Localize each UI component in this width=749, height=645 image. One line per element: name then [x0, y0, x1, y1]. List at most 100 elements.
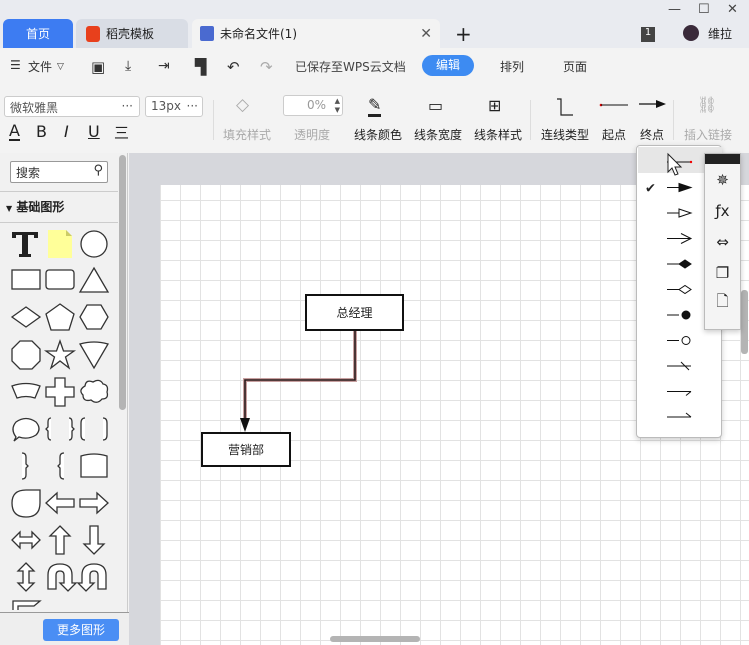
endpoint-option-oval-open[interactable] — [667, 336, 691, 345]
section-basic-shapes[interactable]: ▼ 基础图形 — [0, 191, 118, 223]
tab-templates[interactable]: 稻壳模板 — [76, 19, 188, 48]
insert-link-button[interactable]: 插入链接 — [684, 126, 732, 143]
font-size-value: 13px — [151, 99, 181, 113]
close-icon[interactable]: ✕ — [420, 26, 432, 42]
shape-trapezoid-arc[interactable] — [11, 382, 41, 399]
connector-type-button[interactable]: 连线类型 — [541, 126, 589, 143]
tab-document[interactable]: 未命名文件(1) ✕ — [192, 19, 440, 48]
tab-edit[interactable]: 编辑 — [422, 55, 474, 76]
shape-cross[interactable] — [45, 377, 75, 407]
pages-icon[interactable]: ❐ — [705, 257, 740, 288]
shape-rectangle[interactable] — [11, 269, 41, 290]
link-icon: ⛓ — [697, 95, 718, 114]
line-width-button[interactable]: 线条宽度 — [414, 126, 462, 143]
compass-icon[interactable]: ✵ — [705, 164, 740, 195]
shape-octagon[interactable] — [11, 340, 41, 370]
shape-text[interactable] — [12, 232, 38, 257]
minimize-icon[interactable]: — — [668, 2, 681, 17]
shape-cloud[interactable] — [80, 379, 109, 403]
shape-star[interactable] — [43, 339, 77, 370]
vertical-scrollbar[interactable] — [741, 290, 748, 354]
tab-label: 未命名文件(1) — [220, 27, 297, 41]
page-icon[interactable]: 🗋 — [705, 288, 740, 319]
window-count-badge[interactable]: 1 — [641, 27, 655, 42]
save-icon[interactable]: ▣ — [91, 58, 105, 76]
text-color-button[interactable]: A — [9, 122, 20, 141]
shape-right-brace[interactable] — [21, 452, 29, 480]
shape-arrow-right[interactable] — [79, 491, 109, 515]
shape-pentagon[interactable] — [45, 303, 75, 331]
shape-diamond[interactable] — [10, 306, 42, 328]
shape-arrow-left-right[interactable] — [11, 530, 41, 550]
avatar[interactable] — [683, 25, 699, 41]
underline-button[interactable]: U — [88, 122, 100, 141]
shape-left-brace[interactable] — [57, 452, 65, 480]
opacity-input[interactable]: 0% ▲ ▼ — [283, 95, 343, 116]
formula-icon[interactable]: ƒx — [705, 195, 740, 226]
shape-inverted-triangle[interactable] — [79, 341, 109, 370]
redo-icon[interactable]: ↷ — [260, 58, 273, 76]
shape-rounded-rectangle[interactable] — [45, 269, 75, 290]
more-shapes-button[interactable]: 更多图形 — [43, 619, 119, 641]
endpoint-option-oval-filled[interactable] — [667, 310, 691, 320]
more-icon: ··· — [121, 99, 133, 113]
endpoint-option-diamond-filled[interactable] — [667, 259, 692, 269]
download-icon[interactable]: ⤓ — [125, 58, 131, 74]
undo-icon[interactable]: ↶ — [227, 58, 240, 76]
menu-icon[interactable]: ☰ — [10, 58, 21, 72]
horizontal-scrollbar[interactable] — [330, 636, 420, 642]
node-marketing[interactable]: 营销部 — [201, 432, 291, 467]
shape-circle[interactable] — [80, 230, 108, 258]
spinner-icon[interactable]: ▲ ▼ — [335, 97, 340, 115]
tab-page[interactable]: 页面 — [563, 58, 587, 75]
shape-palette — [10, 230, 110, 610]
endpoint-option-half-arrow-bottom[interactable] — [667, 412, 692, 418]
fill-style-button[interactable]: 填充样式 — [223, 126, 271, 143]
shape-speech-bubble[interactable] — [12, 417, 40, 442]
bold-button[interactable]: B — [36, 122, 47, 141]
shape-tape[interactable] — [80, 453, 108, 478]
shape-arrow-up-down[interactable] — [16, 562, 36, 592]
endpoint-option-diamond-open[interactable] — [667, 284, 692, 295]
tab-home[interactable]: 首页 — [3, 19, 73, 48]
shape-search-input[interactable]: 搜索 ⚲ — [10, 161, 108, 183]
end-point-button[interactable]: 终点 — [640, 126, 664, 143]
endpoint-option-open-arrow[interactable] — [667, 233, 693, 244]
endpoint-option-dash[interactable] — [667, 361, 691, 371]
close-window-icon[interactable]: ✕ — [727, 2, 738, 17]
shape-teardrop[interactable] — [11, 489, 41, 518]
line-style-button[interactable]: 线条样式 — [474, 126, 522, 143]
node-general-manager[interactable]: 总经理 — [305, 294, 404, 331]
new-tab-icon[interactable]: + — [455, 22, 472, 46]
start-point-button[interactable]: 起点 — [602, 126, 626, 143]
shape-triangle[interactable] — [78, 266, 110, 293]
endpoint-option-half-arrow-top[interactable] — [667, 391, 692, 396]
endpoint-option-block-filled[interactable]: ✔ — [645, 182, 693, 197]
font-size-select[interactable]: 13px ··· — [145, 96, 203, 117]
shape-arrow-left[interactable] — [45, 491, 75, 515]
sidebar-scrollbar[interactable] — [119, 155, 126, 410]
shape-hexagon[interactable] — [79, 304, 109, 330]
divider — [673, 100, 674, 140]
maximize-icon[interactable]: ☐ — [698, 2, 710, 17]
endpoint-option-block-open[interactable] — [667, 208, 693, 218]
shape-arrow-up[interactable] — [48, 525, 72, 555]
file-menu[interactable]: 文件 — [28, 58, 52, 75]
shape-brackets[interactable] — [80, 417, 108, 441]
user-name[interactable]: 维拉 — [708, 25, 732, 42]
export-icon[interactable]: ⇥ — [158, 58, 170, 74]
resize-icon[interactable]: ⇔ — [705, 226, 740, 257]
italic-button[interactable]: I — [64, 122, 69, 141]
shape-corner[interactable] — [12, 600, 42, 610]
format-painter-icon[interactable]: ▜ — [195, 58, 207, 76]
shape-u-turn-left[interactable] — [47, 563, 78, 592]
shape-u-turn-right[interactable] — [76, 563, 107, 592]
line-color-button[interactable]: 线条颜色 — [354, 126, 402, 143]
shape-note[interactable] — [48, 230, 72, 258]
search-icon[interactable]: ⚲ — [93, 163, 103, 178]
shape-braces[interactable] — [45, 417, 75, 441]
tab-arrange[interactable]: 排列 — [500, 58, 524, 75]
align-button[interactable]: 三 — [114, 122, 129, 143]
shape-arrow-down[interactable] — [82, 525, 106, 555]
font-family-select[interactable]: 微软雅黑 ··· — [4, 96, 140, 117]
